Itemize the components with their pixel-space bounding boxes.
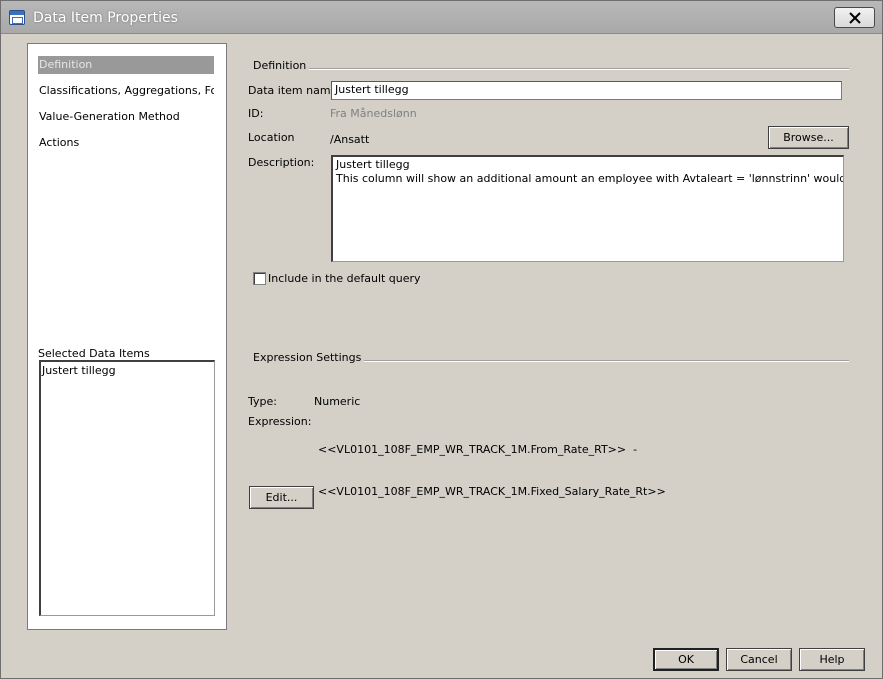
edit-button-label: Edit... [265,491,298,504]
description-label: Description: [248,156,315,169]
title-bar: Data Item Properties [1,1,882,34]
expression-group-title: Expression Settings [253,351,365,364]
expression-group-divider [347,360,849,362]
navigation-panel: Definition Classifications, Aggregations… [27,43,227,630]
expression-line: <<VL0101_108F_EMP_WR_TRACK_1M.Fixed_Sala… [318,485,666,498]
include-default-query-checkbox[interactable] [253,272,266,285]
type-label: Type: [248,395,277,408]
data-item-name-label: Data item name: [248,84,342,97]
edit-expression-button[interactable]: Edit... [249,486,314,509]
cancel-button-label: Cancel [740,653,778,666]
expression-label: Expression: [248,415,312,428]
close-icon [848,11,861,24]
browse-button-label: Browse... [783,131,834,144]
id-label: ID: [248,107,264,120]
type-value: Numeric [314,395,361,408]
nav-item-classifications[interactable]: Classifications, Aggregations, For... [38,82,214,100]
description-line: This column will show an additional amou… [336,172,844,185]
ok-button-label: OK [678,653,694,666]
selected-data-items-list[interactable]: Justert tillegg [39,360,215,616]
nav-item-value-generation[interactable]: Value-Generation Method [38,108,214,126]
nav-item-definition[interactable]: Definition [38,56,214,74]
cancel-button[interactable]: Cancel [726,648,792,671]
definition-group-divider [301,68,849,70]
id-value: Fra Månedslønn [330,107,417,120]
expression-value: <<VL0101_108F_EMP_WR_TRACK_1M.From_Rate_… [318,415,666,527]
close-button[interactable] [834,7,875,28]
help-button-label: Help [819,653,845,666]
browse-button[interactable]: Browse... [768,126,849,149]
dialog-window: Data Item Properties Definition Classifi… [0,0,883,679]
list-item[interactable]: Justert tillegg [42,364,116,377]
include-default-query-label: Include in the default query [268,272,421,285]
ok-button[interactable]: OK [653,648,719,671]
selected-data-items-label: Selected Data Items [38,347,150,360]
location-label: Location [248,131,295,144]
data-item-name-input[interactable]: Justert tillegg [331,81,842,100]
description-line: Justert tillegg [336,158,410,171]
nav-item-actions[interactable]: Actions [38,134,214,152]
help-button[interactable]: Help [799,648,865,671]
location-value: /Ansatt [330,133,370,146]
app-window-icon [9,10,25,25]
window-title: Data Item Properties [33,10,178,26]
expression-line: <<VL0101_108F_EMP_WR_TRACK_1M.From_Rate_… [318,443,638,456]
description-textarea[interactable]: Justert tillegg This column will show an… [331,155,844,262]
definition-group-title: Definition [253,59,310,72]
